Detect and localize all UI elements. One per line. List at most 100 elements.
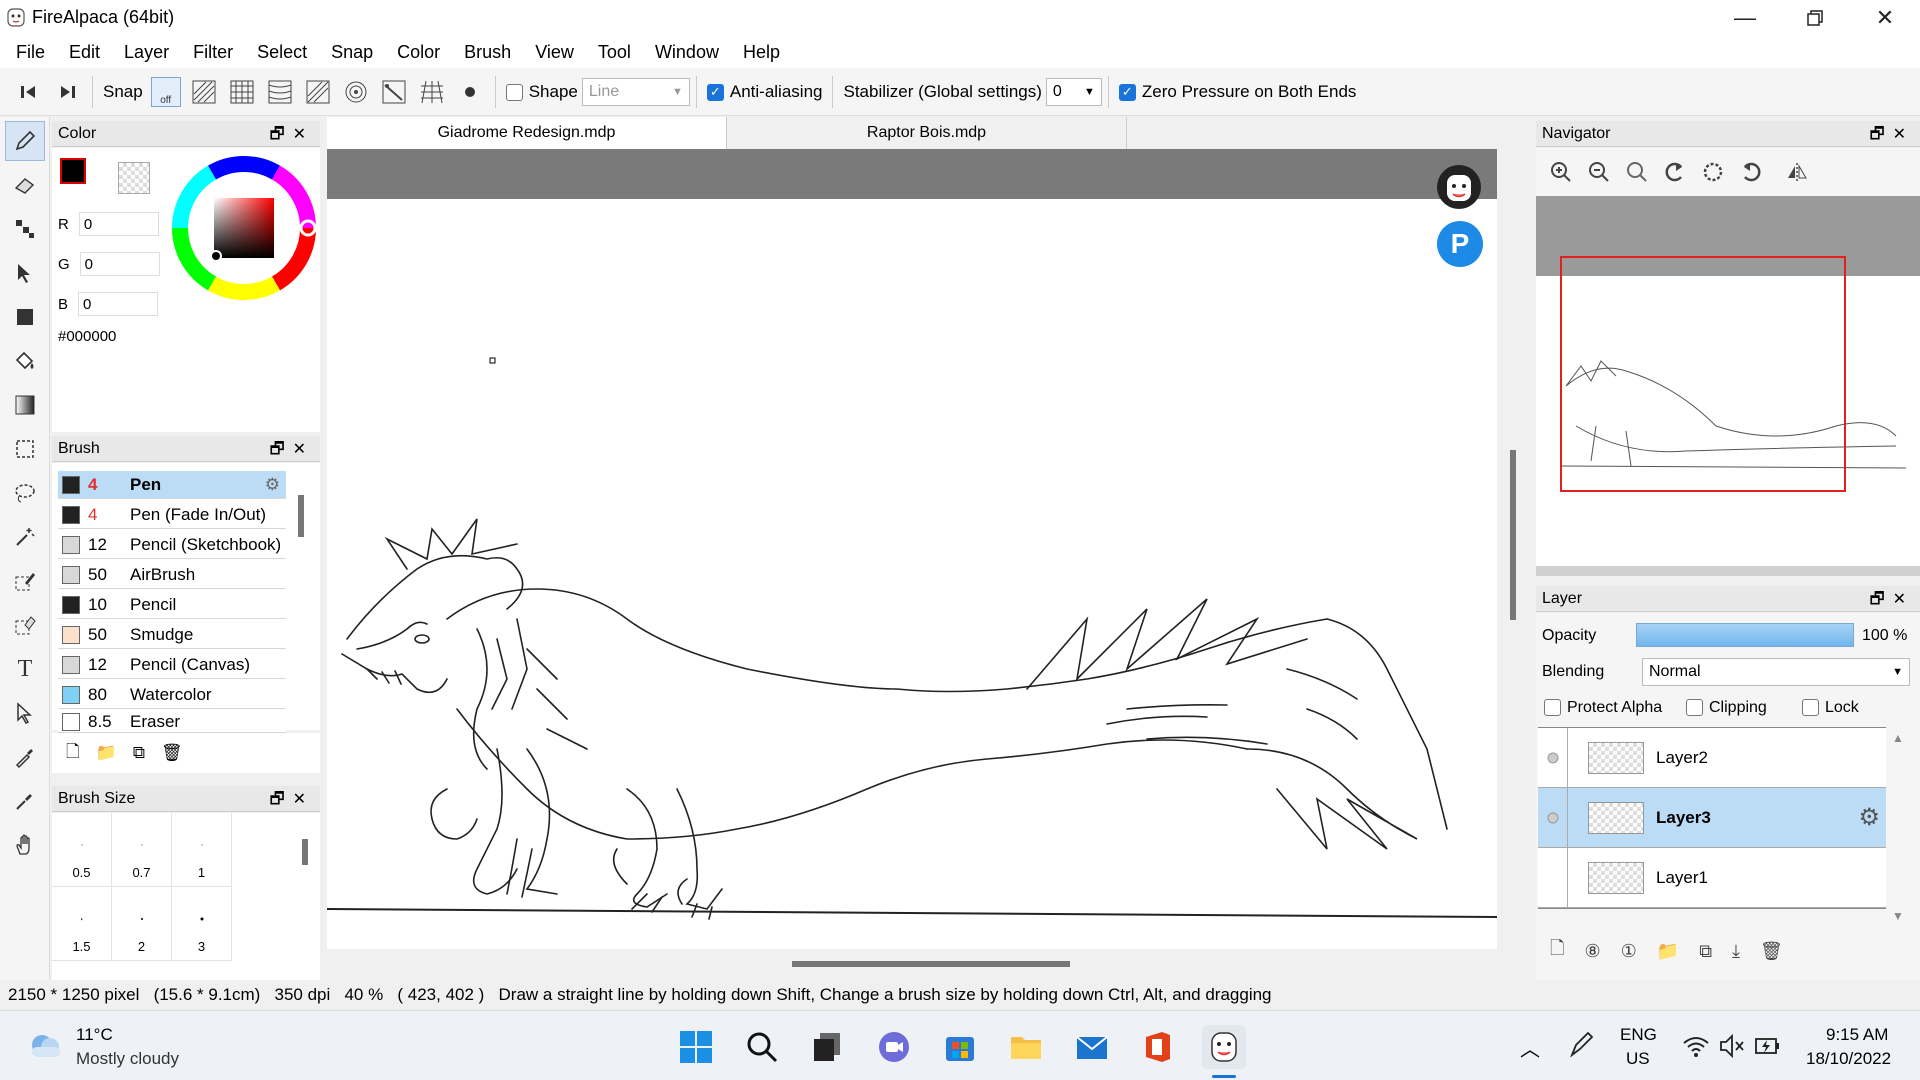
close-icon[interactable]: ✕	[293, 791, 314, 808]
text-tool[interactable]: T	[5, 649, 45, 689]
snap-parallel-button[interactable]	[189, 77, 219, 107]
snap-3d-button[interactable]	[417, 77, 447, 107]
restore-button[interactable]	[1780, 0, 1850, 36]
primary-color-swatch[interactable]	[60, 158, 86, 184]
snap-cross-button[interactable]	[265, 77, 295, 107]
brush-item[interactable]: 50 AirBrush	[58, 561, 286, 589]
delete-layer-icon[interactable]: 🗑	[1760, 941, 1783, 962]
menu-filter[interactable]: Filter	[181, 42, 245, 63]
antialias-toggle[interactable]: Anti-aliasing	[706, 82, 822, 102]
start-button[interactable]	[674, 1025, 718, 1069]
blending-select[interactable]: Normal ▼	[1642, 658, 1910, 686]
visibility-toggle[interactable]	[1538, 847, 1568, 908]
brush-item[interactable]: 10 Pencil	[58, 591, 286, 619]
snap-curve-button[interactable]	[379, 77, 409, 107]
snap-off-button[interactable]: off	[150, 76, 181, 107]
zoom-in-button[interactable]	[1546, 157, 1576, 187]
battery-icon[interactable]	[1754, 1033, 1782, 1064]
blue-input[interactable]: 0	[78, 292, 159, 316]
close-icon[interactable]: ✕	[1893, 126, 1914, 143]
rotate-left-button[interactable]	[1660, 157, 1690, 187]
volume-muted-icon[interactable]	[1718, 1033, 1746, 1064]
menu-snap[interactable]: Snap	[319, 42, 385, 63]
language-top[interactable]: ENG	[1620, 1025, 1657, 1045]
float-icon[interactable]: 🗗	[270, 441, 293, 458]
rotate-right-button[interactable]	[1736, 157, 1766, 187]
duplicate-layer-icon[interactable]: ⧉	[1699, 941, 1712, 962]
menu-tool[interactable]: Tool	[586, 42, 643, 63]
new-brush-icon[interactable]: 🗋	[66, 739, 80, 768]
close-icon[interactable]: ✕	[293, 441, 314, 458]
navigator-preview[interactable]	[1536, 196, 1920, 576]
gear-icon[interactable]: ⚙	[265, 475, 280, 495]
gear-icon[interactable]: ⚙	[1858, 803, 1880, 832]
search-button[interactable]	[740, 1025, 784, 1069]
snap-vanishing-button[interactable]	[303, 77, 333, 107]
brush-size-cell[interactable]: 2	[112, 887, 172, 961]
opacity-slider[interactable]	[1636, 623, 1854, 647]
select-tool[interactable]	[5, 429, 45, 469]
snap-grid-button[interactable]	[227, 77, 257, 107]
folder-icon[interactable]: 📁	[96, 743, 117, 763]
store-button[interactable]	[938, 1025, 982, 1069]
eyedropper-tool[interactable]	[5, 737, 45, 777]
brush-size-cell[interactable]: 1	[172, 813, 232, 887]
pen-menu-button[interactable]	[1568, 1029, 1596, 1064]
task-view-button[interactable]	[806, 1025, 850, 1069]
new-folder-icon[interactable]: 📁	[1657, 941, 1679, 962]
menu-window[interactable]: Window	[643, 42, 731, 63]
layer-row[interactable]: Layer2	[1538, 727, 1886, 788]
clock-time[interactable]: 9:15 AM	[1826, 1025, 1888, 1045]
canvas-vertical-scrollbar[interactable]	[1510, 450, 1516, 620]
weather-widget[interactable]	[24, 1025, 64, 1065]
brush-item[interactable]: 50 Smudge	[58, 621, 286, 649]
mail-button[interactable]	[1070, 1025, 1114, 1069]
menu-brush[interactable]: Brush	[452, 42, 523, 63]
new-layer-icon[interactable]: 🗋	[1550, 936, 1564, 966]
snap-settings-button[interactable]	[455, 77, 485, 107]
fill-rect-tool[interactable]	[5, 297, 45, 337]
shape-toggle[interactable]: Shape	[505, 82, 578, 102]
layer-row-active[interactable]: Layer3 ⚙	[1538, 787, 1886, 848]
hand-tool[interactable]	[5, 825, 45, 865]
new-8bit-layer-icon[interactable]: ⑧	[1584, 941, 1600, 962]
stabilizer-select[interactable]: 0 ▼	[1045, 77, 1102, 106]
brush-item[interactable]: 4 Pen (Fade In/Out)	[58, 501, 286, 529]
brush-item[interactable]: 80 Watercolor	[58, 681, 286, 709]
brush-item[interactable]: 12 Pencil (Canvas)	[58, 651, 286, 679]
operation-tool[interactable]	[5, 693, 45, 733]
shape-checkbox[interactable]	[505, 83, 523, 101]
lasso-tool[interactable]	[5, 473, 45, 513]
zero-pressure-checkbox[interactable]	[1118, 83, 1136, 101]
brush-size-cell[interactable]: 1.5	[52, 887, 112, 961]
redo-button[interactable]	[52, 77, 82, 107]
firealpaca-taskbar-button[interactable]	[1202, 1025, 1246, 1069]
menu-layer[interactable]: Layer	[112, 42, 181, 63]
file-explorer-button[interactable]	[1004, 1025, 1048, 1069]
visibility-toggle[interactable]	[1538, 787, 1568, 848]
snap-circle-button[interactable]	[341, 77, 371, 107]
canvas-horizontal-scrollbar[interactable]	[792, 961, 1070, 967]
tab-raptor-bois[interactable]: Raptor Bois.mdp	[727, 117, 1127, 149]
shape-type-select[interactable]: Line ▼	[581, 77, 690, 106]
magic-wand-tool[interactable]	[5, 517, 45, 557]
trash-icon[interactable]: 🗑	[161, 743, 183, 763]
float-icon[interactable]: 🗗	[270, 126, 293, 143]
transparent-color-swatch[interactable]	[118, 162, 150, 194]
color-wheel[interactable]	[170, 154, 318, 302]
language-bottom[interactable]: US	[1626, 1049, 1650, 1069]
float-icon[interactable]: 🗗	[1870, 591, 1893, 608]
select-pen-tool[interactable]	[5, 561, 45, 601]
brush-item[interactable]: 12 Pencil (Sketchbook)	[58, 531, 286, 559]
zoom-fit-button[interactable]	[1622, 157, 1652, 187]
bucket-tool[interactable]	[5, 341, 45, 381]
minimize-button[interactable]: —	[1710, 0, 1780, 36]
brush-list-scrollbar[interactable]	[298, 495, 304, 537]
protect-alpha-checkbox[interactable]	[1544, 699, 1561, 717]
hex-color-value[interactable]: #000000	[58, 328, 116, 345]
flip-horizontal-button[interactable]	[1782, 157, 1812, 187]
red-input[interactable]: 0	[78, 212, 159, 236]
menu-edit[interactable]: Edit	[57, 42, 112, 63]
brush-size-cell[interactable]: 0.7	[112, 813, 172, 887]
brush-item[interactable]: 4 Pen ⚙	[58, 471, 286, 499]
